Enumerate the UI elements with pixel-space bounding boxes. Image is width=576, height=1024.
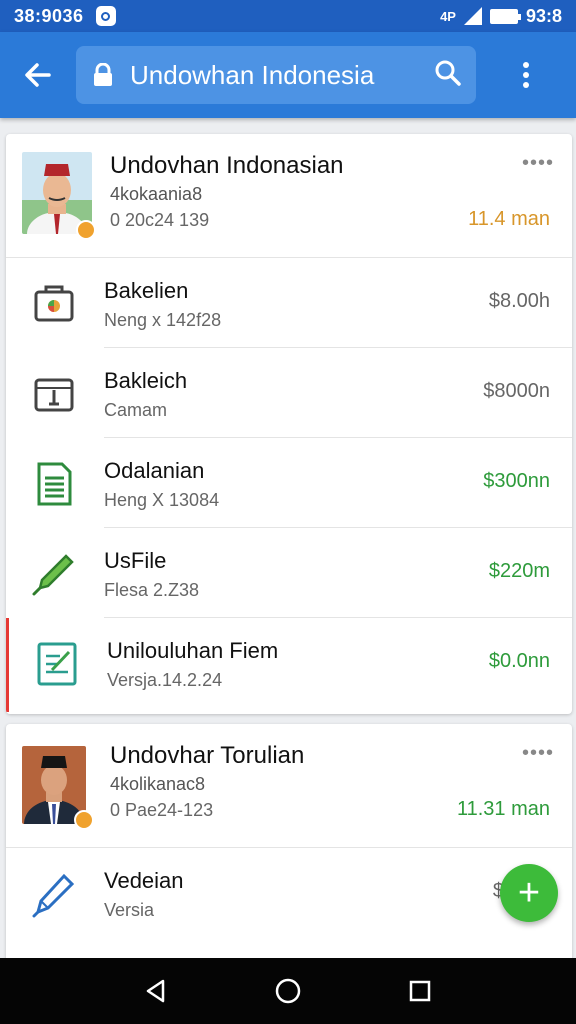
- item-price: $8.00h: [488, 290, 550, 312]
- wifi-icon: 4P: [440, 8, 456, 24]
- list-item-selected[interactable]: Unilouluhan Fiem Versja.14.2.24 $0.0nn: [6, 618, 572, 712]
- item-price: $8000n: [483, 380, 550, 402]
- list-item[interactable]: Bakleich Camam $8000n: [6, 348, 572, 438]
- list-item[interactable]: Odalanian Heng X 13084 $300nn: [6, 438, 572, 528]
- item-detail: Camam: [104, 400, 168, 420]
- status-time-left: 38:9036: [14, 5, 84, 26]
- card-title: Undovhan Indonasian: [110, 152, 344, 179]
- recents-square-icon[interactable]: [400, 971, 440, 1011]
- status-right-group: 4P 93:8: [440, 6, 562, 27]
- home-circle-icon[interactable]: [268, 971, 308, 1011]
- lock-icon: [92, 63, 114, 87]
- search-bar[interactable]: Undowhan Indonesia: [76, 46, 476, 104]
- item-name: Unilouluhan Fiem: [107, 638, 279, 663]
- battery-icon: [489, 8, 521, 24]
- system-nav-bar: [0, 958, 576, 1024]
- card-amount: 11.31 man: [456, 798, 550, 820]
- item-detail: Neng x 142f28: [104, 310, 222, 330]
- item-name: Bakelien: [104, 278, 189, 303]
- back-triangle-icon[interactable]: [136, 971, 176, 1011]
- item-detail: Flesa 2.Z38: [104, 580, 200, 600]
- search-icon[interactable]: [434, 59, 462, 92]
- card-subtitle: 4kolikanac8: [110, 774, 206, 794]
- card-meta: 0 Pae24-123: [110, 800, 214, 820]
- list-item[interactable]: UsFile Flesa 2.Z38 $220m: [6, 528, 572, 618]
- status-bar: 38:9036 4P 93:8: [0, 0, 576, 32]
- card-menu-icon[interactable]: ••••: [522, 742, 554, 765]
- card-menu-icon[interactable]: ••••: [522, 152, 554, 175]
- app-bar: Undowhan Indonesia: [0, 32, 576, 118]
- item-price: $220m: [488, 560, 550, 582]
- checklist-icon: [33, 640, 81, 688]
- item-price: $0.0nn: [488, 650, 550, 672]
- item-name: Odalanian: [104, 458, 205, 483]
- item-detail: Versia: [104, 900, 155, 920]
- account-card-2: Undovhar Torulian •••• 4kolikanac8 0 Pae…: [6, 724, 572, 964]
- item-name: UsFile: [104, 548, 167, 573]
- list-item[interactable]: Vedeian Versia $: [6, 848, 572, 938]
- box-download-icon: [30, 370, 78, 418]
- card-title: Undovhar Torulian: [110, 742, 305, 769]
- item-price: $300nn: [483, 470, 550, 492]
- card-header[interactable]: Undovhar Torulian •••• 4kolikanac8 0 Pae…: [6, 724, 572, 848]
- signal-icon: [463, 7, 482, 25]
- card-amount: 11.4 man: [468, 208, 550, 230]
- add-button[interactable]: +: [500, 864, 558, 922]
- card-subtitle: 4kokaania8: [110, 184, 203, 204]
- app-title: Undowhan Indonesia: [130, 59, 375, 90]
- back-arrow-icon[interactable]: [0, 32, 76, 118]
- status-time-right: 93:8: [525, 5, 562, 26]
- marker-icon: [30, 550, 78, 598]
- item-name: Bakleich: [104, 368, 188, 393]
- notification-icon: [95, 6, 116, 26]
- spreadsheet-icon: [30, 460, 78, 508]
- folder-icon: [30, 280, 78, 328]
- status-badge: [76, 220, 96, 240]
- account-card-1: Undovhan Indonasian •••• 4kokaania8 0 20…: [6, 134, 572, 714]
- card-header[interactable]: Undovhan Indonasian •••• 4kokaania8 0 20…: [6, 134, 572, 258]
- pen-icon: [30, 870, 78, 918]
- status-badge: [74, 810, 94, 830]
- card-meta: 0 20c24 139: [110, 210, 210, 230]
- item-detail: Versja.14.2.24: [107, 670, 223, 690]
- item-name: Vedeian: [104, 868, 184, 893]
- more-vert-icon[interactable]: [476, 62, 576, 88]
- item-detail: Heng X 13084: [104, 490, 220, 510]
- list-item[interactable]: Bakelien Neng x 142f28 $8.00h: [6, 258, 572, 348]
